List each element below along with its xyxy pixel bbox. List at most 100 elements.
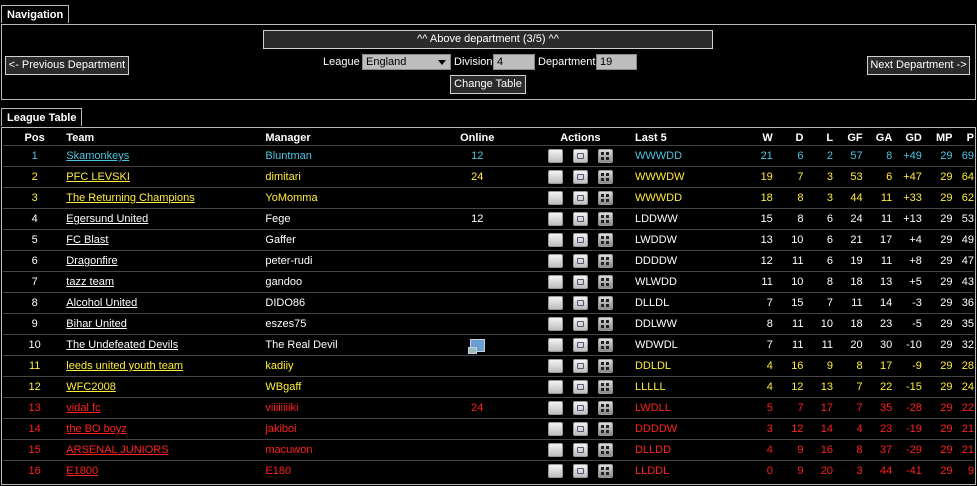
team-link[interactable]: ARSENAL JUNIORS bbox=[66, 444, 168, 456]
message-icon[interactable] bbox=[547, 338, 563, 352]
team-link[interactable]: The Undefeated Devils bbox=[66, 339, 178, 351]
squad-icon[interactable] bbox=[597, 212, 613, 226]
team-info-icon[interactable] bbox=[572, 317, 588, 331]
team-info-icon[interactable] bbox=[572, 170, 588, 184]
team-link[interactable]: PFC LEVSKI bbox=[66, 171, 130, 183]
message-icon[interactable] bbox=[547, 191, 563, 205]
previous-department-button[interactable]: <- Previous Department bbox=[5, 56, 129, 75]
team-link[interactable]: tazz team bbox=[66, 276, 114, 288]
team-link[interactable]: the BO boyz bbox=[66, 423, 127, 435]
team-link[interactable]: Bihar United bbox=[66, 318, 127, 330]
header-gd[interactable]: GD bbox=[892, 130, 922, 146]
department-field[interactable]: 19 bbox=[596, 54, 637, 70]
team-info-icon[interactable] bbox=[572, 254, 588, 268]
header-online[interactable]: Online bbox=[429, 130, 526, 146]
header-d[interactable]: D bbox=[773, 130, 803, 146]
next-department-button[interactable]: Next Department -> bbox=[867, 56, 970, 75]
p-cell: 22 bbox=[952, 397, 974, 419]
squad-icon[interactable] bbox=[597, 233, 613, 247]
header-pos[interactable]: Pos bbox=[3, 130, 66, 146]
l-cell: 10 bbox=[803, 313, 834, 335]
squad-icon[interactable] bbox=[597, 443, 613, 457]
last5-cell: DDLWW bbox=[634, 313, 744, 335]
team-link[interactable]: WFC2008 bbox=[66, 381, 116, 393]
ga-cell: 14 bbox=[862, 292, 893, 314]
message-icon[interactable] bbox=[547, 317, 563, 331]
team-info-icon[interactable] bbox=[572, 149, 588, 163]
last5-cell: LWDDW bbox=[634, 229, 744, 251]
squad-icon[interactable] bbox=[597, 380, 613, 394]
squad-icon[interactable] bbox=[597, 149, 613, 163]
team-info-icon[interactable] bbox=[572, 296, 588, 310]
team-link[interactable]: Skamonkeys bbox=[66, 150, 129, 162]
message-icon[interactable] bbox=[547, 212, 563, 226]
squad-icon[interactable] bbox=[597, 254, 613, 268]
team-link[interactable]: leeds united youth team bbox=[66, 360, 183, 372]
team-info-icon[interactable] bbox=[572, 422, 588, 436]
squad-icon[interactable] bbox=[597, 317, 613, 331]
team-link[interactable]: Egersund United bbox=[66, 213, 148, 225]
l-cell: 13 bbox=[803, 376, 834, 398]
team-info-icon[interactable] bbox=[572, 443, 588, 457]
team-info-icon[interactable] bbox=[572, 191, 588, 205]
l-cell: 14 bbox=[803, 418, 834, 440]
team-info-icon[interactable] bbox=[572, 359, 588, 373]
division-label: Division bbox=[454, 56, 493, 68]
message-icon[interactable] bbox=[547, 443, 563, 457]
header-last5[interactable]: Last 5 bbox=[635, 130, 743, 146]
squad-icon[interactable] bbox=[597, 275, 613, 289]
online-cell: 12 bbox=[428, 208, 526, 230]
message-icon[interactable] bbox=[547, 149, 563, 163]
p-cell: 21 bbox=[952, 418, 974, 440]
team-link[interactable]: Dragonfire bbox=[66, 255, 117, 267]
squad-icon[interactable] bbox=[597, 464, 613, 478]
message-icon[interactable] bbox=[547, 170, 563, 184]
message-icon[interactable] bbox=[547, 464, 563, 478]
team-link[interactable]: Alcohol United bbox=[66, 297, 137, 309]
team-info-icon[interactable] bbox=[572, 464, 588, 478]
team-info-icon[interactable] bbox=[572, 338, 588, 352]
header-mp[interactable]: MP bbox=[922, 130, 953, 146]
team-info-icon[interactable] bbox=[572, 212, 588, 226]
squad-icon[interactable] bbox=[597, 338, 613, 352]
change-table-button[interactable]: Change Table bbox=[450, 75, 526, 94]
team-link[interactable]: E1800 bbox=[66, 465, 98, 477]
message-icon[interactable] bbox=[547, 233, 563, 247]
message-icon[interactable] bbox=[547, 380, 563, 394]
mp-cell: 29 bbox=[921, 439, 953, 461]
message-icon[interactable] bbox=[547, 401, 563, 415]
squad-icon[interactable] bbox=[597, 191, 613, 205]
message-icon[interactable] bbox=[547, 254, 563, 268]
team-info-icon[interactable] bbox=[572, 233, 588, 247]
team-info-icon[interactable] bbox=[572, 401, 588, 415]
team-link[interactable]: The Returning Champions bbox=[66, 192, 194, 204]
header-team[interactable]: Team bbox=[66, 130, 265, 146]
squad-icon[interactable] bbox=[597, 401, 613, 415]
mp-cell: 29 bbox=[921, 187, 953, 209]
gd-cell: +49 bbox=[892, 145, 922, 167]
above-department-button[interactable]: ^^ Above department (3/5) ^^ bbox=[263, 30, 713, 49]
header-gf[interactable]: GF bbox=[833, 130, 862, 146]
header-l[interactable]: L bbox=[803, 130, 833, 146]
message-icon[interactable] bbox=[547, 296, 563, 310]
team-info-icon[interactable] bbox=[572, 380, 588, 394]
team-link[interactable]: FC Blast bbox=[66, 234, 108, 246]
header-manager[interactable]: Manager bbox=[265, 130, 428, 146]
header-ga[interactable]: GA bbox=[863, 130, 893, 146]
squad-icon[interactable] bbox=[597, 296, 613, 310]
message-icon[interactable] bbox=[547, 275, 563, 289]
message-icon[interactable] bbox=[547, 422, 563, 436]
squad-icon[interactable] bbox=[597, 422, 613, 436]
header-p[interactable]: P bbox=[953, 130, 974, 146]
message-icon[interactable] bbox=[547, 359, 563, 373]
league-select[interactable]: England bbox=[362, 54, 451, 70]
squad-icon[interactable] bbox=[597, 359, 613, 373]
team-info-icon[interactable] bbox=[572, 275, 588, 289]
gd-cell: +4 bbox=[892, 229, 922, 251]
table-row: 9 Bihar United eszes75 DDLWW 8 11 10 18 23 -5 29 35 bbox=[3, 313, 974, 335]
squad-icon[interactable] bbox=[597, 170, 613, 184]
header-w[interactable]: W bbox=[743, 130, 772, 146]
division-field[interactable]: 4 bbox=[493, 54, 535, 70]
team-link[interactable]: vidal fc bbox=[66, 402, 100, 414]
team-cell: WFC2008 bbox=[66, 376, 266, 398]
